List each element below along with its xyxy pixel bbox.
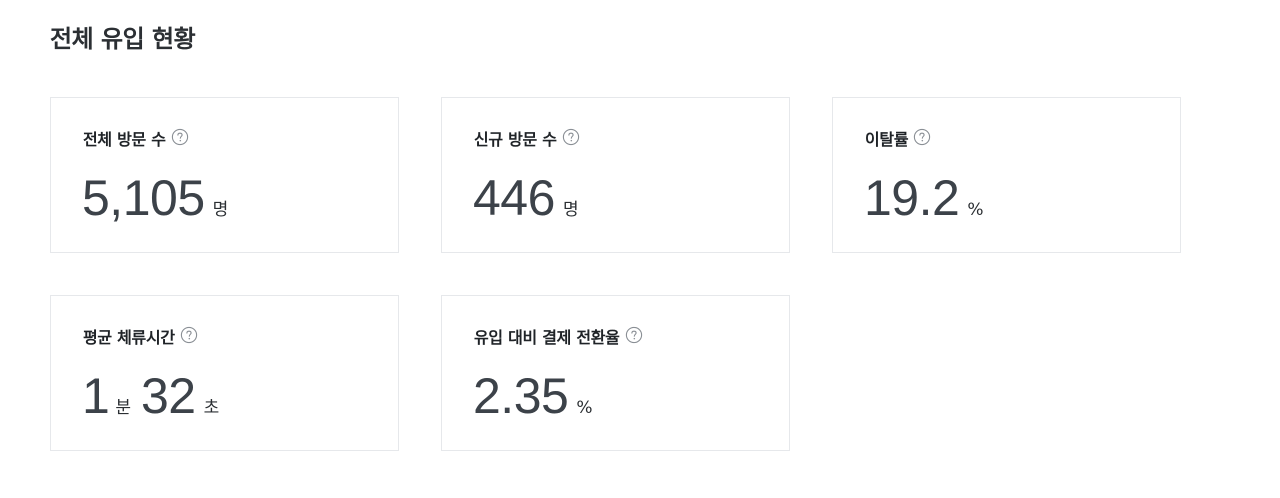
stat-value-unit: 명 [562,200,579,220]
stat-value-unit: 명 [212,200,229,220]
stat-value-seconds: 32 [140,368,196,424]
stat-value-seconds-unit: 초 [203,398,220,418]
stat-card-label-wrap: 이탈률 [865,128,931,152]
stat-card-value: 446 명 [473,170,579,226]
stat-card-label: 신규 방문 수 [474,130,557,149]
stat-card-label-wrap: 유입 대비 결제 전환율 [474,326,643,350]
stat-card-value: 19.2 % [864,170,983,226]
stat-value-unit: % [967,200,984,220]
question-circle-icon[interactable] [180,326,198,344]
stat-card-label-wrap: 신규 방문 수 [474,128,580,152]
stat-value-number: 446 [473,170,555,226]
stat-card-bounce-rate: 이탈률 19.2 % [832,97,1181,253]
stat-value-minutes: 1 [82,368,110,424]
stat-card-label: 전체 방문 수 [83,130,166,149]
stat-card-label: 유입 대비 결제 전환율 [474,328,620,347]
stat-card-value: 2.35 % [473,368,592,424]
stat-card-new-visits: 신규 방문 수 446 명 [441,97,790,253]
question-circle-icon[interactable] [562,128,580,146]
stat-card-avg-duration: 평균 체류시간 1 분 32 초 [50,295,399,451]
question-circle-icon[interactable] [171,128,189,146]
stat-value-unit: % [576,398,593,418]
stat-value-number: 5,105 [82,170,205,226]
stat-value-number: 2.35 [473,368,569,424]
stat-card-label-wrap: 평균 체류시간 [83,326,198,350]
stat-value-number: 19.2 [864,170,960,226]
stat-card-value: 1 분 32 초 [82,368,219,424]
section-title: 전체 유입 현황 [50,25,196,53]
stat-card-total-visits: 전체 방문 수 5,105 명 [50,97,399,253]
stat-card-label: 이탈률 [865,130,909,149]
stat-value-minutes-unit: 분 [115,398,131,418]
stat-card-conversion-rate: 유입 대비 결제 전환율 2.35 % [441,295,790,451]
question-circle-icon[interactable] [913,128,931,146]
stat-card-value: 5,105 명 [82,170,228,226]
stat-card-label: 평균 체류시간 [83,328,175,347]
stat-card-label-wrap: 전체 방문 수 [83,128,189,152]
question-circle-icon[interactable] [625,326,643,344]
